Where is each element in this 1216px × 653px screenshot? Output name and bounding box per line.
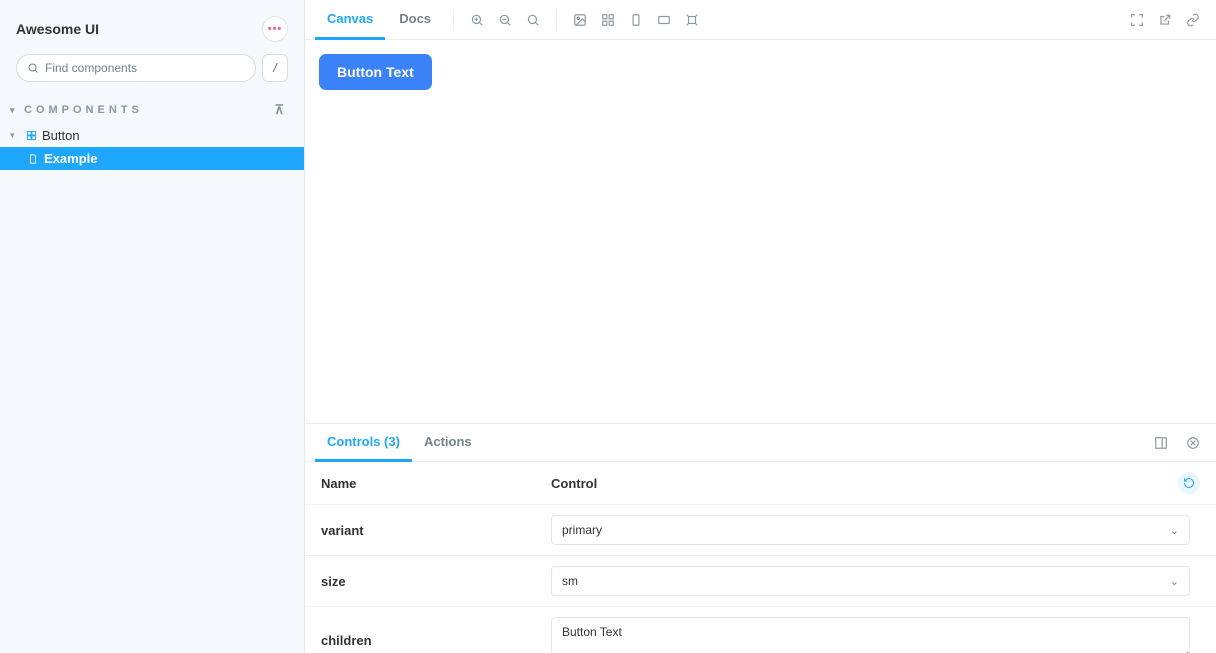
control-name: children: [321, 633, 551, 648]
search-shortcut-button[interactable]: /: [262, 54, 288, 82]
chevron-down-icon: ▾: [10, 105, 20, 116]
tree-item-example[interactable]: Example: [0, 147, 304, 170]
components-section-header[interactable]: ▾ COMPONENTS ⊼: [0, 92, 304, 124]
main-panel: Canvas Docs Button Text Controls (3) Act…: [305, 0, 1216, 653]
component-tree: ▾ Button Example: [0, 124, 304, 170]
toolbar-separator: [453, 10, 454, 30]
search-input[interactable]: [45, 61, 245, 75]
measure-icon[interactable]: [679, 7, 705, 33]
addons-orientation-icon[interactable]: [1148, 430, 1174, 456]
column-header-control: Control: [551, 476, 1156, 491]
children-textarea[interactable]: [551, 617, 1190, 653]
viewport-icon[interactable]: [651, 7, 677, 33]
components-label: COMPONENTS: [24, 104, 143, 116]
grid-icon[interactable]: [595, 7, 621, 33]
tab-canvas[interactable]: Canvas: [315, 0, 385, 40]
canvas-preview: Button Text: [305, 40, 1216, 423]
tab-docs[interactable]: Docs: [387, 0, 443, 40]
open-new-tab-icon[interactable]: [1152, 7, 1178, 33]
variant-select-value: primary: [562, 523, 602, 537]
control-row-variant: variant primary ⌄: [305, 505, 1216, 556]
tree-item-label: Example: [44, 151, 97, 166]
app-title: Awesome UI: [16, 21, 99, 37]
copy-link-icon[interactable]: [1180, 7, 1206, 33]
control-row-children: children: [305, 607, 1216, 653]
chevron-down-icon: ▾: [10, 130, 20, 141]
search-box[interactable]: [16, 54, 256, 82]
size-select-value: sm: [562, 574, 578, 588]
toolbar-separator: [556, 10, 557, 30]
addons-tabs: Controls (3) Actions: [305, 424, 1216, 462]
collapse-all-icon[interactable]: ⊼: [274, 102, 288, 118]
tree-item-label: Button: [42, 128, 80, 143]
sidebar: Awesome UI ••• / ▾ COMPONENTS ⊼ ▾ Button…: [0, 0, 305, 653]
chevron-down-icon: ⌄: [1170, 575, 1179, 588]
sidebar-header: Awesome UI •••: [0, 0, 304, 54]
component-icon: [24, 130, 38, 141]
tree-item-button[interactable]: ▾ Button: [0, 124, 304, 147]
fullscreen-icon[interactable]: [1124, 7, 1150, 33]
controls-table: Name Control variant primary ⌄ size: [305, 462, 1216, 653]
size-select[interactable]: sm ⌄: [551, 566, 1190, 596]
controls-header-row: Name Control: [305, 462, 1216, 505]
zoom-reset-icon[interactable]: [520, 7, 546, 33]
chevron-down-icon: ⌄: [1170, 524, 1179, 537]
search-icon: [27, 62, 39, 74]
control-row-size: size sm ⌄: [305, 556, 1216, 607]
story-icon: [26, 154, 40, 164]
control-name: variant: [321, 523, 551, 538]
more-menu-button[interactable]: •••: [262, 16, 288, 42]
top-toolbar: Canvas Docs: [305, 0, 1216, 40]
addons-panel: Controls (3) Actions Name Control varian…: [305, 423, 1216, 653]
addons-close-icon[interactable]: [1180, 430, 1206, 456]
addon-tab-controls[interactable]: Controls (3): [315, 424, 412, 462]
preview-button[interactable]: Button Text: [319, 54, 432, 90]
column-header-name: Name: [321, 476, 551, 491]
controls-reset-button[interactable]: [1178, 472, 1200, 494]
zoom-in-icon[interactable]: [464, 7, 490, 33]
addon-tab-actions[interactable]: Actions: [412, 424, 484, 462]
variant-select[interactable]: primary ⌄: [551, 515, 1190, 545]
zoom-out-icon[interactable]: [492, 7, 518, 33]
control-name: size: [321, 574, 551, 589]
background-icon[interactable]: [567, 7, 593, 33]
search-row: /: [0, 54, 304, 92]
viewport-small-icon[interactable]: [623, 7, 649, 33]
